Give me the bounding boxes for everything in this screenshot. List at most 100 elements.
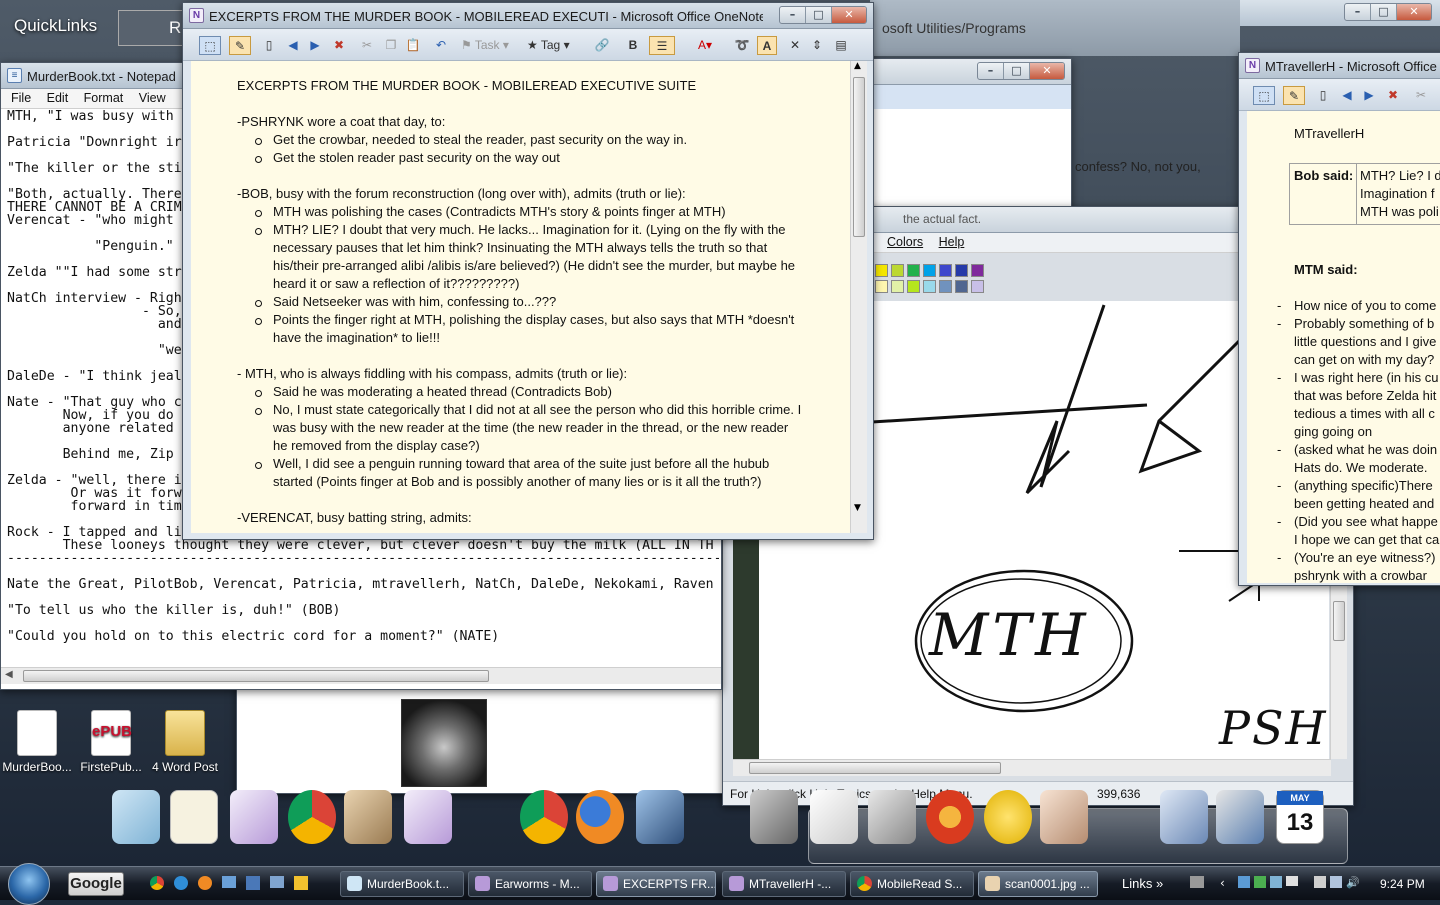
color-swatch[interactable] xyxy=(971,264,984,277)
text-size-icon[interactable]: A xyxy=(757,36,777,55)
delete-icon[interactable]: ✖ xyxy=(1385,86,1401,105)
color-swatch[interactable] xyxy=(875,264,888,277)
power-icon[interactable] xyxy=(1330,876,1342,888)
dock-settings-icon[interactable] xyxy=(1216,790,1264,844)
dock-onenote-icon-2[interactable] xyxy=(404,790,452,844)
photo-thumbnail[interactable] xyxy=(401,699,487,787)
taskbar-button-mobileread[interactable]: MobileRead S... xyxy=(850,871,974,897)
menu-view[interactable]: View xyxy=(133,89,172,105)
scroll-left-arrow[interactable]: ◀ xyxy=(5,669,13,680)
ie-icon[interactable] xyxy=(174,876,188,890)
full-page-view-icon[interactable]: ⬚ xyxy=(1253,86,1275,105)
dock-magnifier-icon[interactable] xyxy=(1040,790,1088,844)
background-window-tab[interactable]: Re xyxy=(118,10,191,46)
menu-colors[interactable]: Colors xyxy=(881,233,929,249)
keyboard-icon[interactable] xyxy=(1190,876,1204,888)
links-toolbar[interactable]: Links » xyxy=(1122,876,1163,891)
color-swatch[interactable] xyxy=(923,280,936,293)
copy-icon[interactable]: ❐ xyxy=(383,36,399,55)
menu-help[interactable]: Help xyxy=(933,233,971,249)
taskbar-button-notepad[interactable]: MurderBook.t... xyxy=(340,871,464,897)
menu-file[interactable]: File xyxy=(5,89,37,105)
onenote-main-page[interactable]: EXCERPTS FROM THE MURDER BOOK - MOBILERE… xyxy=(191,61,851,533)
cut-icon[interactable]: ✂ xyxy=(1413,86,1429,105)
taskbar-button-scan[interactable]: scan0001.jpg ... xyxy=(978,871,1098,897)
new-page-icon[interactable]: ▯ xyxy=(261,36,277,55)
onenote-right-page[interactable]: MTravellerH Bob said: MTH? Lie? I d Imag… xyxy=(1247,111,1440,583)
onenote-main-scrollbar[interactable]: ▲ ▼ xyxy=(850,61,867,533)
dock-firefox-icon[interactable] xyxy=(576,790,624,844)
pen-icon[interactable]: ✎ xyxy=(229,36,251,55)
firefox-icon[interactable] xyxy=(198,876,212,890)
cut-icon[interactable]: ✂ xyxy=(359,36,375,55)
taskbar-button-mtravellerh[interactable]: MTravellerH -... xyxy=(722,871,846,897)
dock-chrome-icon-2[interactable] xyxy=(520,790,568,844)
dock-camera-icon[interactable] xyxy=(750,790,798,844)
pen-icon[interactable]: ✎ xyxy=(1283,86,1305,105)
desktop-icon-word-post[interactable]: 4 Word Post xyxy=(150,710,220,774)
dock-ccleaner-icon[interactable] xyxy=(926,790,974,844)
tag-button[interactable]: ★ Tag ▾ xyxy=(527,36,583,55)
dock-book-icon[interactable] xyxy=(810,790,858,844)
bold-icon[interactable]: B xyxy=(625,36,641,55)
scroll-thumb[interactable] xyxy=(23,670,489,682)
paint-horizontal-scrollbar[interactable] xyxy=(733,759,1331,776)
full-page-view-icon[interactable]: ⬚ xyxy=(199,36,221,55)
bullet-list-icon[interactable]: ☰ xyxy=(649,36,675,55)
dock-calendar-icon[interactable]: MAY 13 xyxy=(1276,790,1324,844)
dock-onenote-icon[interactable] xyxy=(230,790,278,844)
update-icon[interactable] xyxy=(1270,876,1282,888)
tray-expand-icon[interactable]: ‹ xyxy=(1220,876,1225,890)
forward-icon[interactable]: ▶ xyxy=(307,36,323,55)
desktop-icon[interactable] xyxy=(222,876,236,888)
forward-icon[interactable]: ▶ xyxy=(1361,86,1377,105)
close-button[interactable]: ✕ xyxy=(832,7,866,23)
color-swatch[interactable] xyxy=(891,264,904,277)
taskbar-button-earworms[interactable]: Earworms - M... xyxy=(468,871,592,897)
scroll-thumb[interactable] xyxy=(1333,601,1345,641)
dock-monitor-icon[interactable] xyxy=(984,790,1032,844)
undo-icon[interactable]: ↶ xyxy=(433,36,449,55)
back-icon[interactable]: ◀ xyxy=(285,36,301,55)
color-swatch[interactable] xyxy=(923,264,936,277)
color-swatch[interactable] xyxy=(971,280,984,293)
color-swatch[interactable] xyxy=(955,280,968,293)
quicklinks-label[interactable]: QuickLinks xyxy=(14,16,97,36)
lasso-icon[interactable]: ➰ xyxy=(733,36,751,55)
scroll-down-arrow[interactable]: ▼ xyxy=(854,503,861,513)
page-list-icon[interactable]: ▤ xyxy=(833,36,849,55)
back-icon[interactable]: ◀ xyxy=(1339,86,1355,105)
minimize-button[interactable]: – xyxy=(780,7,806,23)
dock-documents-icon[interactable] xyxy=(868,790,916,844)
task-button[interactable]: ⚑ Task ▾ xyxy=(461,36,521,55)
close-button[interactable]: ✕ xyxy=(1030,63,1064,79)
clock[interactable]: 9:24 PM xyxy=(1380,877,1425,891)
volume-icon[interactable]: 🔊 xyxy=(1346,876,1360,889)
desktop-icon-firstepub[interactable]: ePUB FirstePub... xyxy=(76,710,146,774)
color-swatch[interactable] xyxy=(875,280,888,293)
color-swatch[interactable] xyxy=(907,280,920,293)
network-icon[interactable] xyxy=(1238,876,1250,888)
player-icon[interactable] xyxy=(294,876,308,890)
close-button[interactable]: ✕ xyxy=(1397,4,1431,20)
dock-notepad-icon[interactable] xyxy=(112,790,160,844)
dock-window-preview[interactable] xyxy=(170,790,218,844)
maximize-button[interactable]: □ xyxy=(806,7,832,23)
desktop-icon-murderbook[interactable]: MurderBoo... xyxy=(2,710,72,774)
chrome-icon[interactable] xyxy=(150,876,164,890)
maximize-button[interactable]: □ xyxy=(1004,63,1030,79)
font-color-icon[interactable]: A▾ xyxy=(691,36,719,55)
color-swatch[interactable] xyxy=(955,264,968,277)
scroll-thumb[interactable] xyxy=(853,77,865,237)
link-icon[interactable]: 🔗 xyxy=(589,36,615,55)
dock-paint-icon[interactable] xyxy=(344,790,392,844)
device-icon[interactable] xyxy=(1314,876,1326,888)
scroll-thumb[interactable] xyxy=(749,762,1001,774)
paste-icon[interactable]: 📋 xyxy=(405,36,421,55)
media-icon[interactable] xyxy=(246,876,260,890)
dock-display-icon[interactable] xyxy=(636,790,684,844)
color-swatch[interactable] xyxy=(939,264,952,277)
menu-edit[interactable]: Edit xyxy=(41,89,75,105)
close-pane-icon[interactable]: ✕ xyxy=(787,36,803,55)
maximize-button[interactable]: □ xyxy=(1371,4,1397,20)
